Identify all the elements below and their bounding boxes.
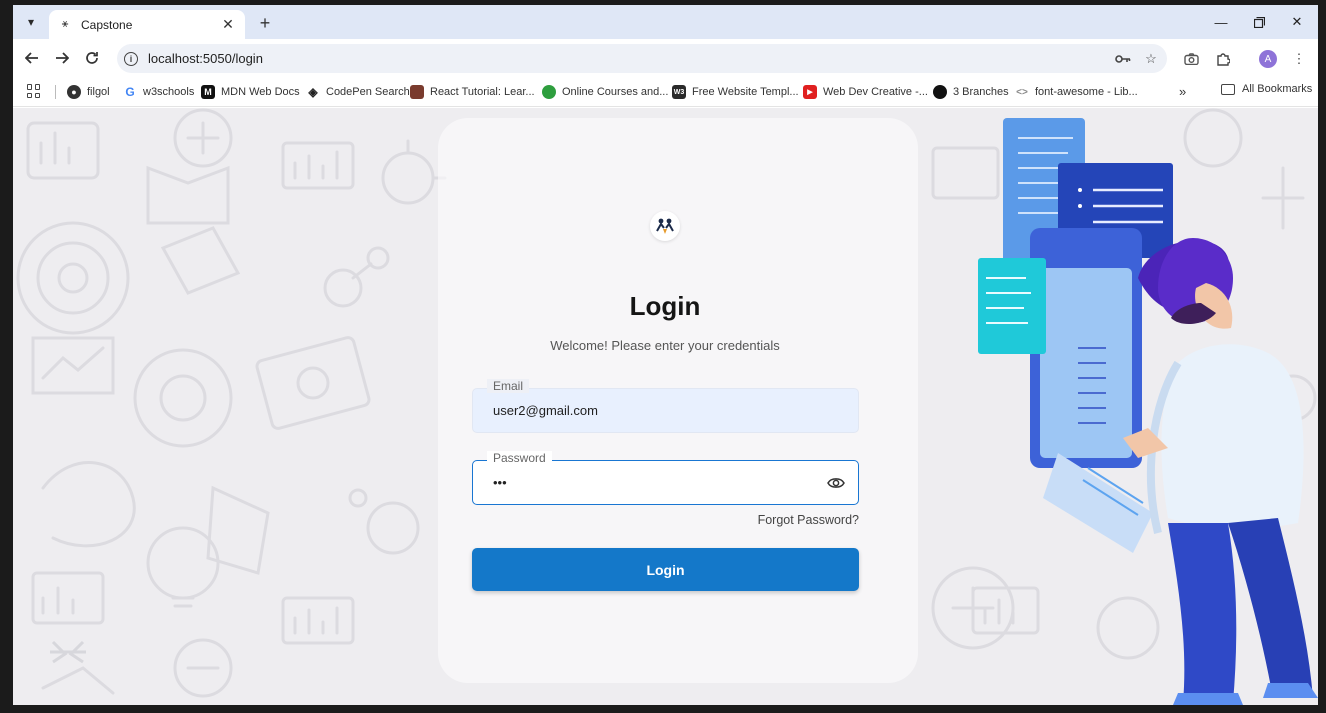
kebab-menu-icon[interactable]: ⋮ <box>1287 47 1311 71</box>
courses-icon <box>542 85 556 99</box>
folder-icon <box>1221 83 1235 95</box>
back-arrow-icon[interactable] <box>20 46 44 70</box>
browser-toolbar: i localhost:5050/login ☆ A ⋮ <box>13 39 1318 77</box>
minimize-icon[interactable]: — <box>1209 11 1233 33</box>
email-field[interactable]: Email <box>472 379 859 433</box>
login-heading: Login <box>629 291 701 321</box>
restore-icon[interactable] <box>1247 11 1271 33</box>
site-info-icon[interactable]: i <box>124 51 138 66</box>
bookmark-react-tutorial[interactable]: React Tutorial: Lear... <box>410 83 535 101</box>
screenshot-camera-icon[interactable] <box>1179 47 1203 71</box>
codepen-icon: ◈ <box>308 85 318 99</box>
github-icon <box>933 85 947 99</box>
close-window-icon[interactable]: ✕ <box>1285 11 1309 33</box>
url-text[interactable]: localhost:5050/login <box>148 51 1111 66</box>
bookmark-web-dev-creative[interactable]: ▶ Web Dev Creative -... <box>803 83 928 101</box>
capstone-favicon-icon: ⚹ <box>61 18 69 30</box>
google-icon: G <box>125 85 135 99</box>
mdn-icon: M <box>201 85 215 99</box>
browser-window: ▾ ⚹ Capstone ✕ + — ✕ i localhost:5050/lo… <box>13 5 1318 705</box>
bookmark-online-courses[interactable]: Online Courses and... <box>542 83 668 101</box>
address-bar[interactable]: i localhost:5050/login ☆ <box>117 44 1167 73</box>
screen-recorder-watermark-icon <box>48 638 88 671</box>
password-input[interactable] <box>493 461 818 504</box>
code-icon: <> <box>1016 86 1028 98</box>
filgol-icon: ● <box>67 85 81 99</box>
tab-capstone[interactable]: ⚹ Capstone ✕ <box>49 10 245 39</box>
show-password-eye-icon[interactable] <box>826 473 846 493</box>
bookmark-codepen[interactable]: ◈ CodePen Search <box>306 83 409 101</box>
bookmark-filgol[interactable]: ● filgol <box>67 83 110 101</box>
bookmark-star-icon[interactable]: ☆ <box>1139 47 1163 71</box>
login-button[interactable]: Login <box>472 548 859 591</box>
profile-avatar[interactable]: A <box>1259 50 1277 68</box>
bookmarks-overflow-chevron-icon[interactable]: » <box>1179 84 1186 99</box>
forward-arrow-icon[interactable] <box>50 46 74 70</box>
welcome-subtitle: Welcome! Please enter your credentials <box>550 338 780 353</box>
password-key-icon[interactable] <box>1111 47 1135 71</box>
apps-grid-icon[interactable] <box>27 84 41 98</box>
bookmark-w3schools[interactable]: G w3schools <box>123 83 194 101</box>
all-bookmarks-folder[interactable]: All Bookmarks <box>1221 83 1312 95</box>
forgot-password-link[interactable]: Forgot Password? <box>713 513 859 527</box>
bookmark-mdn[interactable]: M MDN Web Docs <box>201 83 300 101</box>
bookmark-font-awesome[interactable]: <> font-awesome - Lib... <box>1015 83 1138 101</box>
bookmarks-bar: ● filgol G w3schools M MDN Web Docs ◈ Co… <box>13 77 1318 107</box>
tab-close-icon[interactable]: ✕ <box>219 16 237 34</box>
bookmark-separator <box>55 85 56 99</box>
extensions-puzzle-icon[interactable] <box>1211 47 1235 71</box>
tab-title: Capstone <box>81 17 133 32</box>
bookmark-free-website[interactable]: W3 Free Website Templ... <box>672 83 799 101</box>
tab-search-chevron-icon[interactable]: ▾ <box>19 10 43 34</box>
app-logo-icon <box>650 211 680 241</box>
youtube-icon: ▶ <box>803 85 817 99</box>
react-tutorial-icon <box>410 85 424 99</box>
password-field[interactable]: Password <box>472 451 859 505</box>
reload-icon[interactable] <box>80 46 104 70</box>
tab-strip: ▾ ⚹ Capstone ✕ + — ✕ <box>13 5 1318 39</box>
w3-icon: W3 <box>672 85 686 99</box>
login-page: Login Welcome! Please enter your credent… <box>13 108 1318 705</box>
bookmark-3-branches[interactable]: 3 Branches <box>933 83 1009 101</box>
new-tab-plus-icon[interactable]: + <box>253 11 277 35</box>
email-input[interactable] <box>493 389 818 432</box>
person-with-documents-illustration <box>978 118 1318 705</box>
